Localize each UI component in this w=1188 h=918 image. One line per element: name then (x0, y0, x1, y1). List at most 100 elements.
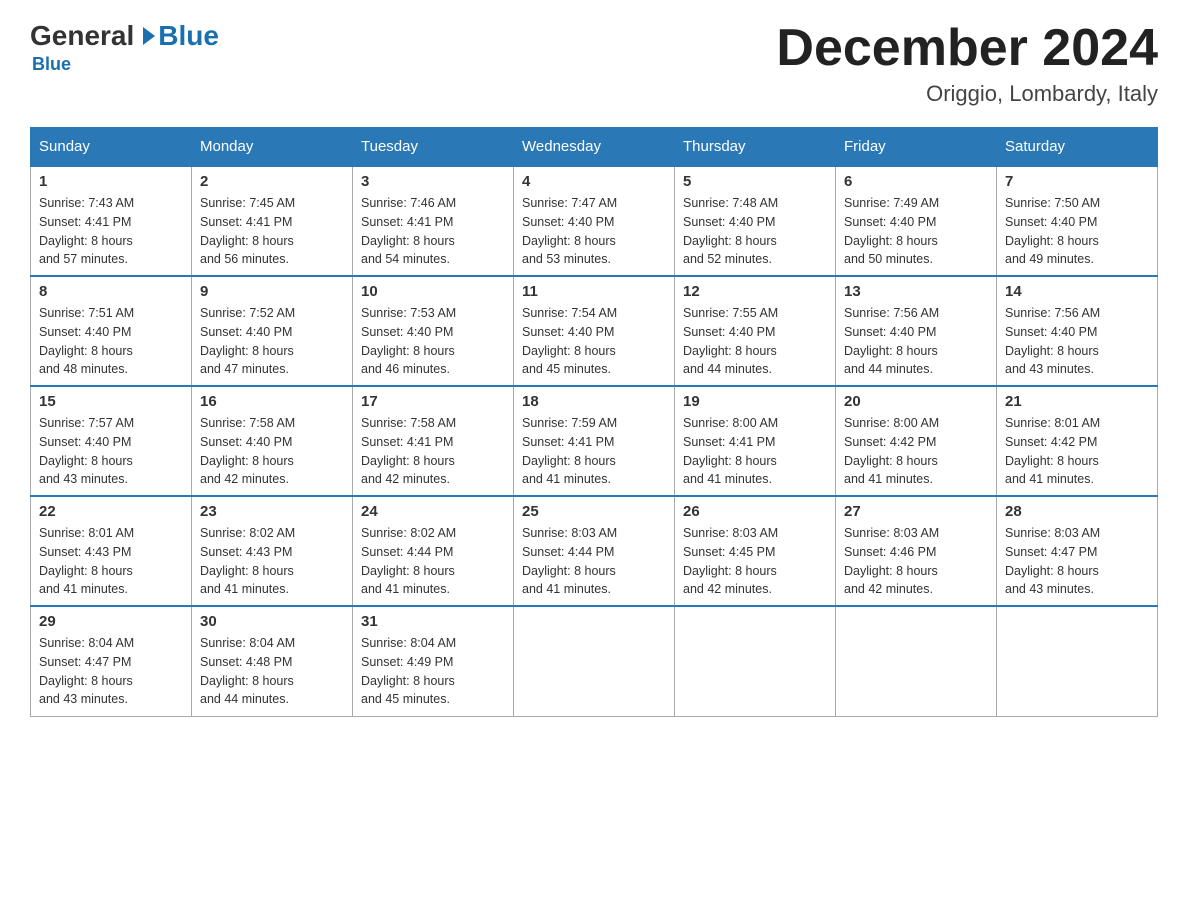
day-info: Sunrise: 7:53 AM Sunset: 4:40 PM Dayligh… (361, 304, 505, 379)
day-number: 25 (522, 503, 666, 520)
day-info: Sunrise: 8:01 AM Sunset: 4:43 PM Dayligh… (39, 524, 183, 599)
col-friday: Friday (836, 128, 997, 167)
day-info: Sunrise: 8:03 AM Sunset: 4:46 PM Dayligh… (844, 524, 988, 599)
table-row: 28 Sunrise: 8:03 AM Sunset: 4:47 PM Dayl… (997, 496, 1158, 606)
day-info: Sunrise: 7:55 AM Sunset: 4:40 PM Dayligh… (683, 304, 827, 379)
table-row: 19 Sunrise: 8:00 AM Sunset: 4:41 PM Dayl… (675, 386, 836, 496)
table-row: 31 Sunrise: 8:04 AM Sunset: 4:49 PM Dayl… (353, 606, 514, 716)
table-row: 10 Sunrise: 7:53 AM Sunset: 4:40 PM Dayl… (353, 276, 514, 386)
table-row: 25 Sunrise: 8:03 AM Sunset: 4:44 PM Dayl… (514, 496, 675, 606)
day-info: Sunrise: 8:02 AM Sunset: 4:44 PM Dayligh… (361, 524, 505, 599)
table-row: 7 Sunrise: 7:50 AM Sunset: 4:40 PM Dayli… (997, 166, 1158, 276)
table-row (997, 606, 1158, 716)
day-info: Sunrise: 7:49 AM Sunset: 4:40 PM Dayligh… (844, 194, 988, 269)
col-tuesday: Tuesday (353, 128, 514, 167)
table-row: 24 Sunrise: 8:02 AM Sunset: 4:44 PM Dayl… (353, 496, 514, 606)
day-info: Sunrise: 8:04 AM Sunset: 4:47 PM Dayligh… (39, 634, 183, 709)
day-info: Sunrise: 7:47 AM Sunset: 4:40 PM Dayligh… (522, 194, 666, 269)
table-row: 9 Sunrise: 7:52 AM Sunset: 4:40 PM Dayli… (192, 276, 353, 386)
table-row: 11 Sunrise: 7:54 AM Sunset: 4:40 PM Dayl… (514, 276, 675, 386)
table-row: 2 Sunrise: 7:45 AM Sunset: 4:41 PM Dayli… (192, 166, 353, 276)
day-info: Sunrise: 8:02 AM Sunset: 4:43 PM Dayligh… (200, 524, 344, 599)
day-number: 19 (683, 393, 827, 410)
day-number: 5 (683, 173, 827, 190)
day-number: 29 (39, 613, 183, 630)
table-row (514, 606, 675, 716)
day-info: Sunrise: 7:56 AM Sunset: 4:40 PM Dayligh… (1005, 304, 1149, 379)
table-row: 29 Sunrise: 8:04 AM Sunset: 4:47 PM Dayl… (31, 606, 192, 716)
logo-icon (135, 25, 157, 47)
col-saturday: Saturday (997, 128, 1158, 167)
table-row: 14 Sunrise: 7:56 AM Sunset: 4:40 PM Dayl… (997, 276, 1158, 386)
calendar-week-row: 29 Sunrise: 8:04 AM Sunset: 4:47 PM Dayl… (31, 606, 1158, 716)
day-number: 3 (361, 173, 505, 190)
day-info: Sunrise: 8:03 AM Sunset: 4:45 PM Dayligh… (683, 524, 827, 599)
table-row: 6 Sunrise: 7:49 AM Sunset: 4:40 PM Dayli… (836, 166, 997, 276)
col-monday: Monday (192, 128, 353, 167)
day-number: 6 (844, 173, 988, 190)
table-row: 17 Sunrise: 7:58 AM Sunset: 4:41 PM Dayl… (353, 386, 514, 496)
day-info: Sunrise: 8:03 AM Sunset: 4:47 PM Dayligh… (1005, 524, 1149, 599)
day-number: 27 (844, 503, 988, 520)
calendar-header-row: Sunday Monday Tuesday Wednesday Thursday… (31, 128, 1158, 167)
title-block: December 2024 Origgio, Lombardy, Italy (776, 20, 1158, 107)
table-row: 5 Sunrise: 7:48 AM Sunset: 4:40 PM Dayli… (675, 166, 836, 276)
day-number: 12 (683, 283, 827, 300)
location-title: Origgio, Lombardy, Italy (776, 81, 1158, 107)
table-row (675, 606, 836, 716)
table-row: 8 Sunrise: 7:51 AM Sunset: 4:40 PM Dayli… (31, 276, 192, 386)
table-row: 15 Sunrise: 7:57 AM Sunset: 4:40 PM Dayl… (31, 386, 192, 496)
table-row: 16 Sunrise: 7:58 AM Sunset: 4:40 PM Dayl… (192, 386, 353, 496)
logo-general-text: General (30, 20, 134, 52)
day-info: Sunrise: 8:01 AM Sunset: 4:42 PM Dayligh… (1005, 414, 1149, 489)
table-row: 3 Sunrise: 7:46 AM Sunset: 4:41 PM Dayli… (353, 166, 514, 276)
day-number: 15 (39, 393, 183, 410)
col-wednesday: Wednesday (514, 128, 675, 167)
day-number: 7 (1005, 173, 1149, 190)
day-info: Sunrise: 8:00 AM Sunset: 4:42 PM Dayligh… (844, 414, 988, 489)
table-row: 1 Sunrise: 7:43 AM Sunset: 4:41 PM Dayli… (31, 166, 192, 276)
month-title: December 2024 (776, 20, 1158, 77)
col-sunday: Sunday (31, 128, 192, 167)
day-number: 16 (200, 393, 344, 410)
day-number: 18 (522, 393, 666, 410)
day-number: 8 (39, 283, 183, 300)
day-info: Sunrise: 7:52 AM Sunset: 4:40 PM Dayligh… (200, 304, 344, 379)
day-number: 4 (522, 173, 666, 190)
day-number: 13 (844, 283, 988, 300)
day-number: 28 (1005, 503, 1149, 520)
table-row: 30 Sunrise: 8:04 AM Sunset: 4:48 PM Dayl… (192, 606, 353, 716)
day-info: Sunrise: 7:43 AM Sunset: 4:41 PM Dayligh… (39, 194, 183, 269)
table-row (836, 606, 997, 716)
day-info: Sunrise: 7:58 AM Sunset: 4:41 PM Dayligh… (361, 414, 505, 489)
table-row: 18 Sunrise: 7:59 AM Sunset: 4:41 PM Dayl… (514, 386, 675, 496)
table-row: 4 Sunrise: 7:47 AM Sunset: 4:40 PM Dayli… (514, 166, 675, 276)
day-info: Sunrise: 8:04 AM Sunset: 4:49 PM Dayligh… (361, 634, 505, 709)
table-row: 21 Sunrise: 8:01 AM Sunset: 4:42 PM Dayl… (997, 386, 1158, 496)
day-number: 1 (39, 173, 183, 190)
calendar-week-row: 22 Sunrise: 8:01 AM Sunset: 4:43 PM Dayl… (31, 496, 1158, 606)
table-row: 27 Sunrise: 8:03 AM Sunset: 4:46 PM Dayl… (836, 496, 997, 606)
day-number: 20 (844, 393, 988, 410)
calendar-week-row: 15 Sunrise: 7:57 AM Sunset: 4:40 PM Dayl… (31, 386, 1158, 496)
day-info: Sunrise: 7:46 AM Sunset: 4:41 PM Dayligh… (361, 194, 505, 269)
day-info: Sunrise: 7:58 AM Sunset: 4:40 PM Dayligh… (200, 414, 344, 489)
table-row: 20 Sunrise: 8:00 AM Sunset: 4:42 PM Dayl… (836, 386, 997, 496)
day-number: 2 (200, 173, 344, 190)
day-number: 22 (39, 503, 183, 520)
day-info: Sunrise: 7:48 AM Sunset: 4:40 PM Dayligh… (683, 194, 827, 269)
table-row: 26 Sunrise: 8:03 AM Sunset: 4:45 PM Dayl… (675, 496, 836, 606)
day-number: 31 (361, 613, 505, 630)
day-number: 10 (361, 283, 505, 300)
day-info: Sunrise: 7:59 AM Sunset: 4:41 PM Dayligh… (522, 414, 666, 489)
day-info: Sunrise: 7:57 AM Sunset: 4:40 PM Dayligh… (39, 414, 183, 489)
day-number: 9 (200, 283, 344, 300)
day-number: 24 (361, 503, 505, 520)
page-header: General Blue Blue December 2024 Origgio,… (30, 20, 1158, 107)
day-info: Sunrise: 8:03 AM Sunset: 4:44 PM Dayligh… (522, 524, 666, 599)
day-info: Sunrise: 7:54 AM Sunset: 4:40 PM Dayligh… (522, 304, 666, 379)
table-row: 23 Sunrise: 8:02 AM Sunset: 4:43 PM Dayl… (192, 496, 353, 606)
day-info: Sunrise: 7:45 AM Sunset: 4:41 PM Dayligh… (200, 194, 344, 269)
day-info: Sunrise: 8:04 AM Sunset: 4:48 PM Dayligh… (200, 634, 344, 709)
calendar-week-row: 1 Sunrise: 7:43 AM Sunset: 4:41 PM Dayli… (31, 166, 1158, 276)
